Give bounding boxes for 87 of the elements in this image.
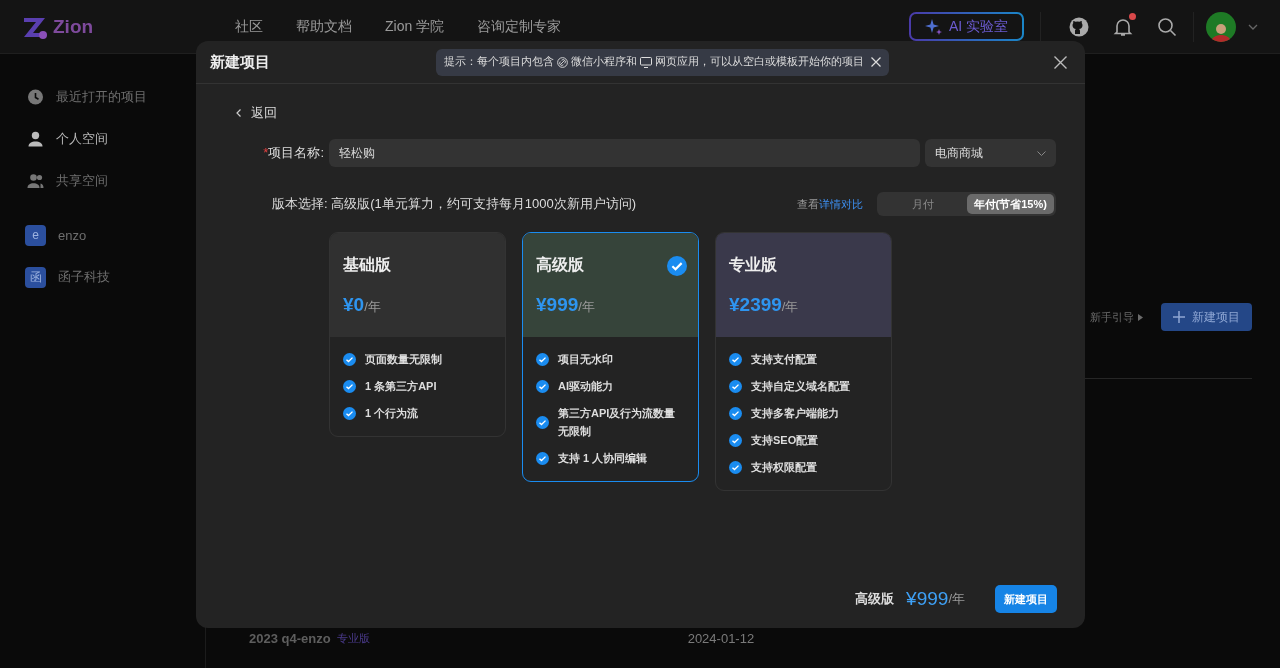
billing-tab[interactable]: 月付 — [879, 194, 967, 214]
team-item[interactable]: 函 函子科技 — [25, 256, 185, 298]
back-link[interactable]: 返回 — [236, 104, 277, 122]
plan-price: ¥999 — [536, 294, 579, 316]
check-icon — [343, 406, 356, 420]
plan-card[interactable]: 专业版 ¥2399/年 支持支付配置 支持自定义域名配置 支持多客户端能力 支持SEO配置 支持权限配置 — [715, 232, 892, 491]
new-project-button[interactable]: 新建项目 — [1161, 303, 1252, 331]
plus-icon — [1173, 311, 1185, 323]
selected-check-icon — [667, 256, 687, 276]
price-unit: /年 — [948, 590, 965, 608]
feature-text: 支持 1 人协同编辑 — [558, 451, 649, 466]
project-name[interactable]: 2023 q4-enzo — [249, 631, 331, 646]
github-icon — [1069, 16, 1089, 37]
check-icon — [729, 460, 742, 474]
check-icon — [536, 352, 549, 366]
check-icon — [729, 433, 742, 447]
logo-text: Zion — [53, 15, 94, 38]
feature-text: 页面数量无限制 — [365, 352, 443, 367]
dialog-title: 新建项目 — [210, 52, 271, 72]
feature-text: AI驱动能力 — [558, 379, 614, 394]
nav-link[interactable]: 咨询定制专家 — [477, 17, 562, 36]
feature-text: 支持支付配置 — [751, 352, 818, 367]
feature-text: 支持SEO配置 — [751, 433, 820, 448]
feature-text: 项目无水印 — [558, 352, 614, 367]
check-icon — [729, 379, 742, 393]
price-unit: /年 — [578, 299, 595, 316]
feature-text: 1 个行为流 — [365, 406, 420, 421]
create-button[interactable]: 新建项目 — [995, 585, 1057, 613]
check-icon — [536, 379, 549, 393]
check-icon — [343, 379, 356, 393]
check-icon — [536, 415, 549, 429]
feature-text: 支持自定义域名配置 — [751, 379, 851, 394]
person-silhouette-icon — [1210, 21, 1232, 42]
nav-link[interactable]: 社区 — [235, 17, 263, 36]
avatar[interactable] — [1206, 11, 1236, 42]
plan-name: 高级版 — [536, 255, 584, 275]
nav-link[interactable]: 帮助文档 — [296, 17, 352, 36]
project-date: 2024-01-12 — [687, 631, 755, 646]
person-icon — [27, 131, 44, 147]
sidebar-item[interactable]: 最近打开的项目 — [25, 76, 185, 118]
chevron-down-icon — [1037, 150, 1046, 156]
category-dropdown[interactable]: 电商商城 — [925, 139, 1056, 167]
feature-text: 支持多客户端能力 — [751, 406, 840, 421]
chevron-down-icon — [1248, 23, 1258, 30]
plan-tag: 专业版 — [336, 631, 688, 646]
total-price: ¥999 — [906, 588, 949, 610]
close-icon — [871, 57, 881, 67]
check-icon — [729, 352, 742, 366]
feature-text: 第三方API及行为流数量无限制 — [558, 406, 677, 439]
feature-text: 1 条第三方API — [365, 379, 438, 394]
sidebar-item[interactable]: 个人空间 — [25, 118, 185, 160]
plan-price: ¥0 — [343, 294, 365, 316]
team-item[interactable]: e enzo — [25, 214, 185, 256]
link-circle-icon — [557, 56, 568, 68]
compare-link[interactable]: 详情对比 — [819, 197, 863, 210]
clock-icon — [27, 89, 44, 105]
feature-text: 支持权限配置 — [751, 460, 818, 475]
monitor-icon — [640, 56, 652, 68]
price-unit: /年 — [781, 299, 799, 316]
bell-icon — [1113, 16, 1133, 37]
search-icon — [1157, 16, 1177, 37]
sidebar-item[interactable]: 共享空间 — [25, 160, 185, 202]
price-unit: /年 — [364, 299, 381, 316]
check-icon — [343, 352, 356, 366]
version-text: 版本选择: 高级版(1单元算力，约可支持每月1000次新用户访问) — [272, 195, 638, 213]
plan-name: 基础版 — [343, 255, 391, 275]
tip-banner: 提示：每个项目内包含 微信小程序和 网页应用，可以从空白或模板开始你的项目 — [436, 48, 889, 76]
close-icon[interactable] — [1054, 55, 1067, 69]
plan-price: ¥2399 — [729, 294, 782, 316]
plan-card[interactable]: 基础版 ¥0/年 页面数量无限制 1 条第三方API 1 个行为流 — [329, 232, 506, 437]
guide-link[interactable]: 新手引导 — [1090, 309, 1143, 325]
team-avatar: e — [25, 224, 46, 246]
ai-lab-button[interactable]: AI 实验室 — [908, 12, 1024, 41]
plan-card[interactable]: 高级版 ¥999/年 项目无水印 AI驱动能力 第三方API及行为流数量无限制 支持 1 人协同编辑 — [522, 232, 699, 482]
nav-link[interactable]: Zion 学院 — [385, 17, 445, 36]
chevron-left-icon — [236, 109, 241, 117]
plan-name: 专业版 — [729, 255, 777, 275]
billing-tab[interactable]: 年付(节省15%) — [966, 194, 1054, 214]
selected-plan: 高级版 — [855, 590, 895, 608]
check-icon — [536, 451, 549, 465]
name-field[interactable]: 轻松购 — [329, 139, 920, 167]
team-avatar: 函 — [25, 266, 46, 288]
caret-right-icon — [1138, 313, 1143, 321]
check-icon — [729, 406, 742, 420]
compare-text: 查看详情对比 — [797, 196, 863, 212]
people-icon — [27, 173, 44, 189]
field-label: *项目名称: — [262, 144, 324, 162]
